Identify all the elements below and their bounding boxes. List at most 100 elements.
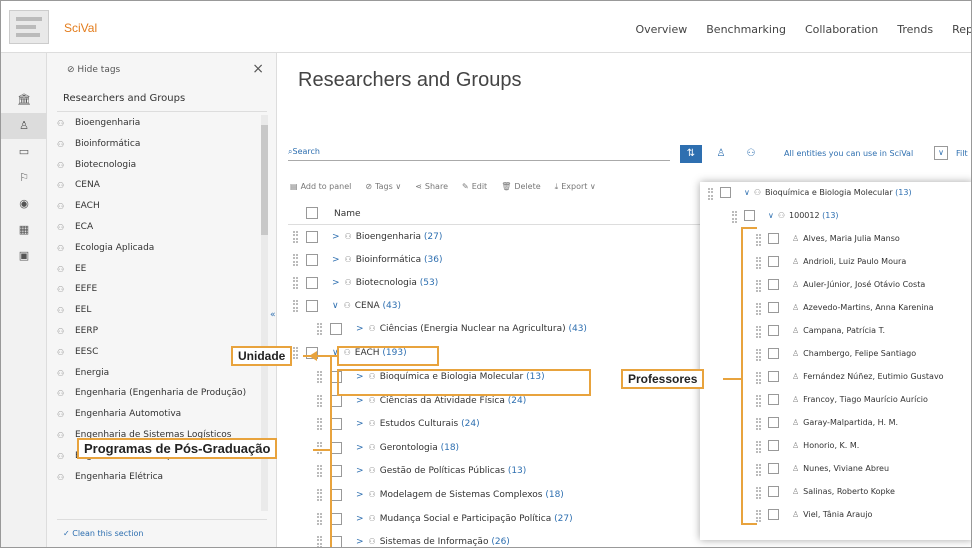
row-checkbox[interactable] <box>768 440 779 451</box>
drag-handle[interactable] <box>732 211 737 223</box>
chevron-right-icon[interactable]: > <box>356 396 364 406</box>
sidebar-tag-item[interactable]: ⚇ Bioengenharia <box>57 117 257 130</box>
grid-icon[interactable]: ▦ <box>1 217 47 243</box>
row-checkbox[interactable] <box>768 279 779 290</box>
row-name[interactable]: ♙ Fernández Núñez, Eutimio Gustavo <box>792 372 944 381</box>
chevron-right-icon[interactable]: > <box>356 537 364 547</box>
chevron-right-icon[interactable]: > <box>356 324 364 334</box>
sidebar-tag-item[interactable]: ⚇ Energia <box>57 367 257 380</box>
table-row[interactable]: ∨ ⚇ CENA (43) <box>278 297 708 317</box>
row-name[interactable]: ♙ Nunes, Viviane Abreu <box>792 464 889 473</box>
sidebar-tag-item[interactable]: ⚇ CENA <box>57 179 257 192</box>
chevron-down-icon[interactable]: ∨ <box>934 146 948 160</box>
drag-handle[interactable] <box>317 536 322 547</box>
row-checkbox[interactable] <box>744 210 755 221</box>
sidebar-tag-item[interactable]: ⚇ Biotecnologia <box>57 159 257 172</box>
institution-icon[interactable]: 🏛 <box>1 87 47 113</box>
table-row[interactable]: > ⚇ Bioinformática (36) <box>278 251 708 271</box>
row-name[interactable]: > ⚇ Gerontologia (18) <box>356 443 459 453</box>
table-row[interactable]: > ⚇ Ciências (Energia Nuclear na Agricultu… <box>278 320 708 340</box>
row-checkbox[interactable] <box>768 509 779 520</box>
hide-tags-button[interactable]: ⊘ Hide tags <box>67 65 120 75</box>
drag-handle[interactable] <box>708 188 713 200</box>
drag-handle[interactable] <box>756 372 761 384</box>
sidebar-tag-item[interactable]: ⚇ EACH <box>57 200 257 213</box>
filter-button[interactable]: Filt <box>956 149 968 158</box>
row-checkbox[interactable] <box>768 371 779 382</box>
row-checkbox[interactable] <box>768 417 779 428</box>
publication-icon[interactable]: ▭ <box>1 139 47 165</box>
row-checkbox[interactable] <box>768 256 779 267</box>
sidebar-tag-item[interactable]: ⚇ EESC <box>57 346 257 359</box>
entities-dropdown-label[interactable]: All entities you can use in SciVal <box>784 149 913 158</box>
drag-handle[interactable] <box>317 418 322 430</box>
drag-handle[interactable] <box>756 257 761 269</box>
drag-handle[interactable] <box>756 326 761 338</box>
drag-handle[interactable] <box>756 464 761 476</box>
nav-trends[interactable]: Trends <box>897 23 933 36</box>
document-icon[interactable]: ▣ <box>1 243 47 269</box>
clean-section-link[interactable]: ✓ Clean this section <box>63 529 143 538</box>
row-checkbox[interactable] <box>306 231 318 243</box>
row-checkbox[interactable] <box>768 486 779 497</box>
table-row[interactable]: > ⚇ Estudos Culturais (24) <box>278 415 708 435</box>
row-name[interactable]: > ⚇ Ciências da Atividade Física (24) <box>356 396 526 406</box>
drag-handle[interactable] <box>756 487 761 499</box>
row-checkbox[interactable] <box>306 254 318 266</box>
popup-group-row[interactable]: ∨ ⚇ Bioquímica e Biologia Molecular (13) <box>700 185 971 203</box>
select-all-checkbox[interactable] <box>306 207 318 219</box>
row-name[interactable]: ♙ Chambergo, Felipe Santiago <box>792 349 916 358</box>
drag-handle[interactable] <box>317 465 322 477</box>
sidebar-tag-item[interactable]: ⚇ Bioinformática <box>57 138 257 151</box>
chevron-down-icon[interactable]: ∨ <box>768 211 774 220</box>
drag-handle[interactable] <box>756 349 761 361</box>
row-name[interactable]: ♙ Garay-Malpartida, H. M. <box>792 418 898 427</box>
row-name[interactable]: ♙ Alves, Maria Julia Manso <box>792 234 900 243</box>
sidebar-tag-item[interactable]: ⚇ EE <box>57 263 257 276</box>
drag-handle[interactable] <box>756 303 761 315</box>
chevron-right-icon[interactable]: > <box>332 278 340 288</box>
row-name[interactable]: > ⚇ Modelagem de Sistemas Complexos (18) <box>356 490 564 500</box>
nav-reporting[interactable]: Rep <box>952 23 971 36</box>
collapse-sidebar-icon[interactable]: « <box>270 310 276 320</box>
drag-handle[interactable] <box>317 442 322 454</box>
delete-button[interactable]: 🗑 Delete <box>501 182 540 192</box>
drag-handle[interactable] <box>756 280 761 292</box>
group-filter-icon[interactable]: ⇅ <box>680 145 702 163</box>
table-row[interactable]: > ⚇ Sistemas de Informação (26) <box>278 533 708 547</box>
row-name[interactable]: > ⚇ Ciências (Energia Nuclear na Agricultu… <box>356 324 587 334</box>
sidebar-tag-item[interactable]: ⚇ EEL <box>57 304 257 317</box>
row-name[interactable]: > ⚇ Sistemas de Informação (26) <box>356 537 510 547</box>
table-row[interactable]: > ⚇ Bioengenharia (27) <box>278 228 708 248</box>
researcher-filter-icon[interactable]: ♙ <box>710 145 732 163</box>
row-name[interactable]: ♙ Honorio, K. M. <box>792 441 859 450</box>
row-checkbox[interactable] <box>306 277 318 289</box>
nav-overview[interactable]: Overview <box>635 23 687 36</box>
chevron-right-icon[interactable]: > <box>332 232 340 242</box>
chevron-right-icon[interactable]: > <box>356 443 364 453</box>
row-name[interactable]: > ⚇ Mudança Social e Participação Política… <box>356 514 573 524</box>
row-name[interactable]: ♙ Francoy, Tiago Maurício Aurício <box>792 395 928 404</box>
row-checkbox[interactable] <box>720 187 731 198</box>
row-name[interactable]: > ⚇ Estudos Culturais (24) <box>356 419 480 429</box>
row-name[interactable]: > ⚇ Bioengenharia (27) <box>332 232 442 242</box>
drag-handle[interactable] <box>293 231 298 243</box>
table-row[interactable]: > ⚇ Biotecnologia (53) <box>278 274 708 294</box>
drag-handle[interactable] <box>317 395 322 407</box>
chevron-right-icon[interactable]: > <box>356 419 364 429</box>
sidebar-tag-item[interactable]: ⚇ Engenharia Elétrica <box>57 471 257 484</box>
chevron-right-icon[interactable]: > <box>332 255 340 265</box>
drag-handle[interactable] <box>756 510 761 522</box>
row-name[interactable]: ♙ Azevedo-Martins, Anna Karenina <box>792 303 934 312</box>
nav-collaboration[interactable]: Collaboration <box>805 23 878 36</box>
chevron-right-icon[interactable]: > <box>356 514 364 524</box>
edit-button[interactable]: ✎ Edit <box>462 182 487 192</box>
drag-handle[interactable] <box>317 513 322 525</box>
scrollbar-thumb[interactable] <box>261 125 268 235</box>
table-row[interactable]: > ⚇ Gerontologia (18) <box>278 439 708 459</box>
row-name[interactable]: > ⚇ Bioinformática (36) <box>332 255 442 265</box>
chevron-down-icon[interactable]: ∨ <box>744 188 750 197</box>
drag-handle[interactable] <box>317 323 322 335</box>
close-sidebar-button[interactable]: × <box>252 61 264 77</box>
researcher-icon[interactable]: ♙ <box>1 113 47 139</box>
